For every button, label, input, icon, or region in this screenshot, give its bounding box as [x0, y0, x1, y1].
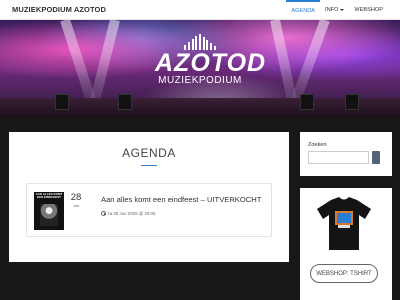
poster-image: [40, 204, 58, 226]
top-navbar: MUZIEKPODIUM AZOTOD AGENDA INFO WEBSHOP: [0, 0, 400, 20]
logo-title: AZOTOD: [155, 49, 267, 77]
speaker: [118, 94, 132, 110]
poster-text: AAN ALLES KOMT EEN EINDFEEST: [35, 192, 63, 200]
page-title: AGENDA: [122, 146, 176, 160]
speaker: [55, 94, 69, 110]
event-day: 28: [70, 192, 82, 203]
logo-subtitle: MUZIEKPODIUM: [158, 75, 242, 86]
event-poster[interactable]: AAN ALLES KOMT EEN EINDFEEST: [34, 192, 64, 230]
event-datetime-text: za 28 Jun 2025 @ 20:00: [107, 211, 156, 216]
nav-item-agenda[interactable]: AGENDA: [286, 0, 321, 20]
search-widget: Zoeken: [300, 132, 392, 176]
tshirt-image[interactable]: [313, 196, 375, 251]
event-datetime: za 28 Jun 2025 @ 20:00: [101, 211, 155, 216]
chevron-down-icon: [340, 9, 345, 11]
hero-banner: AZOTOD MUZIEKPODIUM: [0, 20, 400, 118]
search-input[interactable]: [308, 151, 369, 164]
event-title[interactable]: Aan alles komt een eindfeest – UITVERKOC…: [101, 195, 261, 204]
webshop-tshirt-button[interactable]: WEBSHOP: TSHIRT: [310, 264, 378, 283]
nav-item-info-label: INFO: [325, 7, 339, 13]
agenda-panel: AGENDA AAN ALLES KOMT EEN EINDFEEST 28 J…: [9, 132, 289, 262]
event-month: Jun: [72, 203, 80, 208]
title-underline: [141, 165, 157, 166]
event-card[interactable]: AAN ALLES KOMT EEN EINDFEEST 28 Jun Aan …: [26, 183, 272, 237]
site-brand[interactable]: MUZIEKPODIUM AZOTOD: [12, 5, 106, 14]
main-nav: AGENDA INFO WEBSHOP: [286, 0, 388, 20]
logo-equalizer-icon: [155, 34, 245, 50]
speaker: [300, 94, 314, 110]
webshop-widget: WEBSHOP: TSHIRT: [300, 188, 392, 300]
clock-icon: [101, 211, 106, 216]
nav-item-webshop[interactable]: WEBSHOP: [349, 0, 388, 20]
search-button[interactable]: [372, 151, 380, 164]
hero-logo: AZOTOD MUZIEKPODIUM: [155, 34, 267, 104]
nav-item-info[interactable]: INFO: [320, 0, 349, 20]
search-label: Zoeken: [308, 142, 327, 148]
speaker: [345, 94, 359, 110]
event-date: 28 Jun: [69, 192, 83, 209]
